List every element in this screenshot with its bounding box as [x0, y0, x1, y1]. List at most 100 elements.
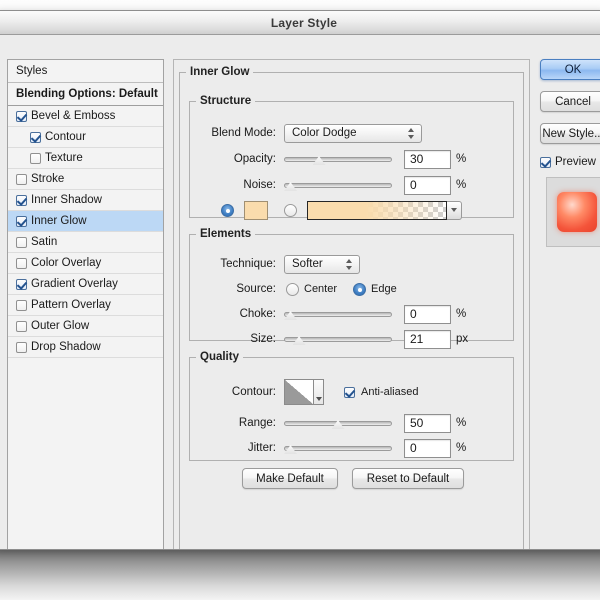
- dialog-action-column: OK Cancel New Style... Preview: [540, 59, 600, 247]
- structure-group: Structure Blend Mode: Color Dodge Opacit…: [189, 95, 514, 218]
- new-style-button[interactable]: New Style...: [540, 123, 600, 144]
- anti-aliased-checkbox[interactable]: [344, 387, 355, 398]
- style-checkbox[interactable]: [16, 342, 27, 353]
- contour-preview[interactable]: [284, 379, 324, 405]
- noise-unit: %: [456, 179, 466, 191]
- style-checkbox[interactable]: [16, 111, 27, 122]
- default-buttons: Make Default Reset to Default: [242, 468, 464, 489]
- jitter-input[interactable]: 0: [404, 439, 451, 458]
- style-row-label: Texture: [45, 148, 83, 168]
- style-row-label: Bevel & Emboss: [31, 106, 115, 126]
- layer-preview-thumbnail: [546, 177, 600, 247]
- jitter-slider-track: [284, 446, 392, 451]
- reset-to-default-button[interactable]: Reset to Default: [352, 468, 464, 489]
- style-checkbox[interactable]: [30, 153, 41, 164]
- quality-group: Quality Contour: Anti-aliased Range:: [189, 351, 514, 461]
- style-row-label: Color Overlay: [31, 253, 101, 273]
- style-checkbox[interactable]: [16, 237, 27, 248]
- style-checkbox[interactable]: [16, 216, 27, 227]
- technique-label: Technique:: [202, 258, 276, 270]
- style-row-texture[interactable]: Texture: [8, 148, 163, 169]
- glow-color-swatch[interactable]: [244, 201, 268, 220]
- styles-list-header[interactable]: Styles: [8, 60, 163, 83]
- opacity-unit: %: [456, 153, 466, 165]
- size-label: Size:: [202, 333, 276, 345]
- dialog-body: Styles Blending Options: Default Bevel &…: [0, 35, 600, 549]
- range-slider[interactable]: [284, 416, 392, 430]
- noise-input[interactable]: 0: [404, 176, 451, 195]
- noise-slider-thumb[interactable]: [284, 180, 297, 191]
- style-checkbox[interactable]: [16, 279, 27, 290]
- glow-gradient-swatch[interactable]: [307, 201, 447, 220]
- fill-gradient-radio[interactable]: [284, 204, 297, 217]
- opacity-slider-thumb[interactable]: [313, 154, 326, 165]
- opacity-slider[interactable]: [284, 152, 392, 166]
- style-row-label: Gradient Overlay: [31, 274, 118, 294]
- style-checkbox[interactable]: [30, 132, 41, 143]
- choke-slider-thumb[interactable]: [284, 309, 297, 320]
- styles-list-panel: Styles Blending Options: Default Bevel &…: [7, 59, 164, 550]
- make-default-button[interactable]: Make Default: [242, 468, 338, 489]
- cancel-button[interactable]: Cancel: [540, 91, 600, 112]
- jitter-slider-thumb[interactable]: [284, 443, 297, 454]
- styles-list-rows: Bevel & EmbossContourTextureStrokeInner …: [8, 106, 163, 358]
- style-row-color-overlay[interactable]: Color Overlay: [8, 253, 163, 274]
- style-checkbox[interactable]: [16, 300, 27, 311]
- effect-options-panel: Inner Glow Structure Blend Mode: Color D…: [173, 59, 530, 550]
- ok-button[interactable]: OK: [540, 59, 600, 80]
- fill-color-radio[interactable]: [221, 204, 234, 217]
- style-row-outer-glow[interactable]: Outer Glow: [8, 316, 163, 337]
- structure-title: Structure: [196, 95, 255, 107]
- style-row-gradient-overlay[interactable]: Gradient Overlay: [8, 274, 163, 295]
- range-label: Range:: [202, 417, 276, 429]
- quality-title: Quality: [196, 351, 243, 363]
- noise-slider-track: [284, 183, 392, 188]
- style-row-pattern-overlay[interactable]: Pattern Overlay: [8, 295, 163, 316]
- elements-group: Elements Technique: Softer Source: Cente…: [189, 228, 514, 341]
- opacity-label: Opacity:: [202, 153, 276, 165]
- layer-style-dialog: Layer Style Styles Blending Options: Def…: [0, 10, 600, 550]
- opacity-slider-track: [284, 157, 392, 162]
- source-center-radio[interactable]: [286, 283, 299, 296]
- preview-shape: [557, 192, 597, 232]
- blend-mode-label: Blend Mode:: [202, 127, 276, 139]
- noise-slider[interactable]: [284, 178, 392, 192]
- style-row-inner-shadow[interactable]: Inner Shadow: [8, 190, 163, 211]
- preview-toggle[interactable]: Preview: [540, 156, 600, 168]
- choke-input[interactable]: 0: [404, 305, 451, 324]
- source-edge-radio[interactable]: [353, 283, 366, 296]
- jitter-slider[interactable]: [284, 441, 392, 455]
- style-checkbox[interactable]: [16, 258, 27, 269]
- technique-select[interactable]: Softer: [284, 255, 360, 274]
- size-slider[interactable]: [284, 332, 392, 346]
- style-row-label: Inner Glow: [31, 211, 87, 231]
- style-row-satin[interactable]: Satin: [8, 232, 163, 253]
- blend-mode-select[interactable]: Color Dodge: [284, 124, 422, 143]
- style-row-inner-glow[interactable]: Inner Glow: [8, 211, 163, 232]
- source-center-label: Center: [304, 283, 337, 295]
- size-slider-thumb[interactable]: [293, 334, 306, 345]
- contour-dropdown-chevron-icon[interactable]: [313, 380, 323, 404]
- style-checkbox[interactable]: [16, 174, 27, 185]
- choke-slider[interactable]: [284, 307, 392, 321]
- noise-label: Noise:: [202, 179, 276, 191]
- style-row-label: Pattern Overlay: [31, 295, 111, 315]
- preview-checkbox[interactable]: [540, 157, 551, 168]
- gradient-picker-chevron-icon[interactable]: [447, 201, 462, 220]
- opacity-input[interactable]: 30: [404, 150, 451, 169]
- dialog-titlebar[interactable]: Layer Style: [0, 11, 600, 35]
- elements-title: Elements: [196, 228, 255, 240]
- size-input[interactable]: 21: [404, 330, 451, 349]
- range-input[interactable]: 50: [404, 414, 451, 433]
- style-row-contour[interactable]: Contour: [8, 127, 163, 148]
- style-checkbox[interactable]: [16, 321, 27, 332]
- style-row-label: Satin: [31, 232, 57, 252]
- style-row-drop-shadow[interactable]: Drop Shadow: [8, 337, 163, 358]
- style-checkbox[interactable]: [16, 195, 27, 206]
- style-row-label: Drop Shadow: [31, 337, 101, 357]
- range-slider-thumb[interactable]: [332, 418, 345, 429]
- style-row-bevel-emboss[interactable]: Bevel & Emboss: [8, 106, 163, 127]
- technique-value: Softer: [292, 258, 341, 270]
- style-row-stroke[interactable]: Stroke: [8, 169, 163, 190]
- blending-options-row[interactable]: Blending Options: Default: [8, 83, 163, 106]
